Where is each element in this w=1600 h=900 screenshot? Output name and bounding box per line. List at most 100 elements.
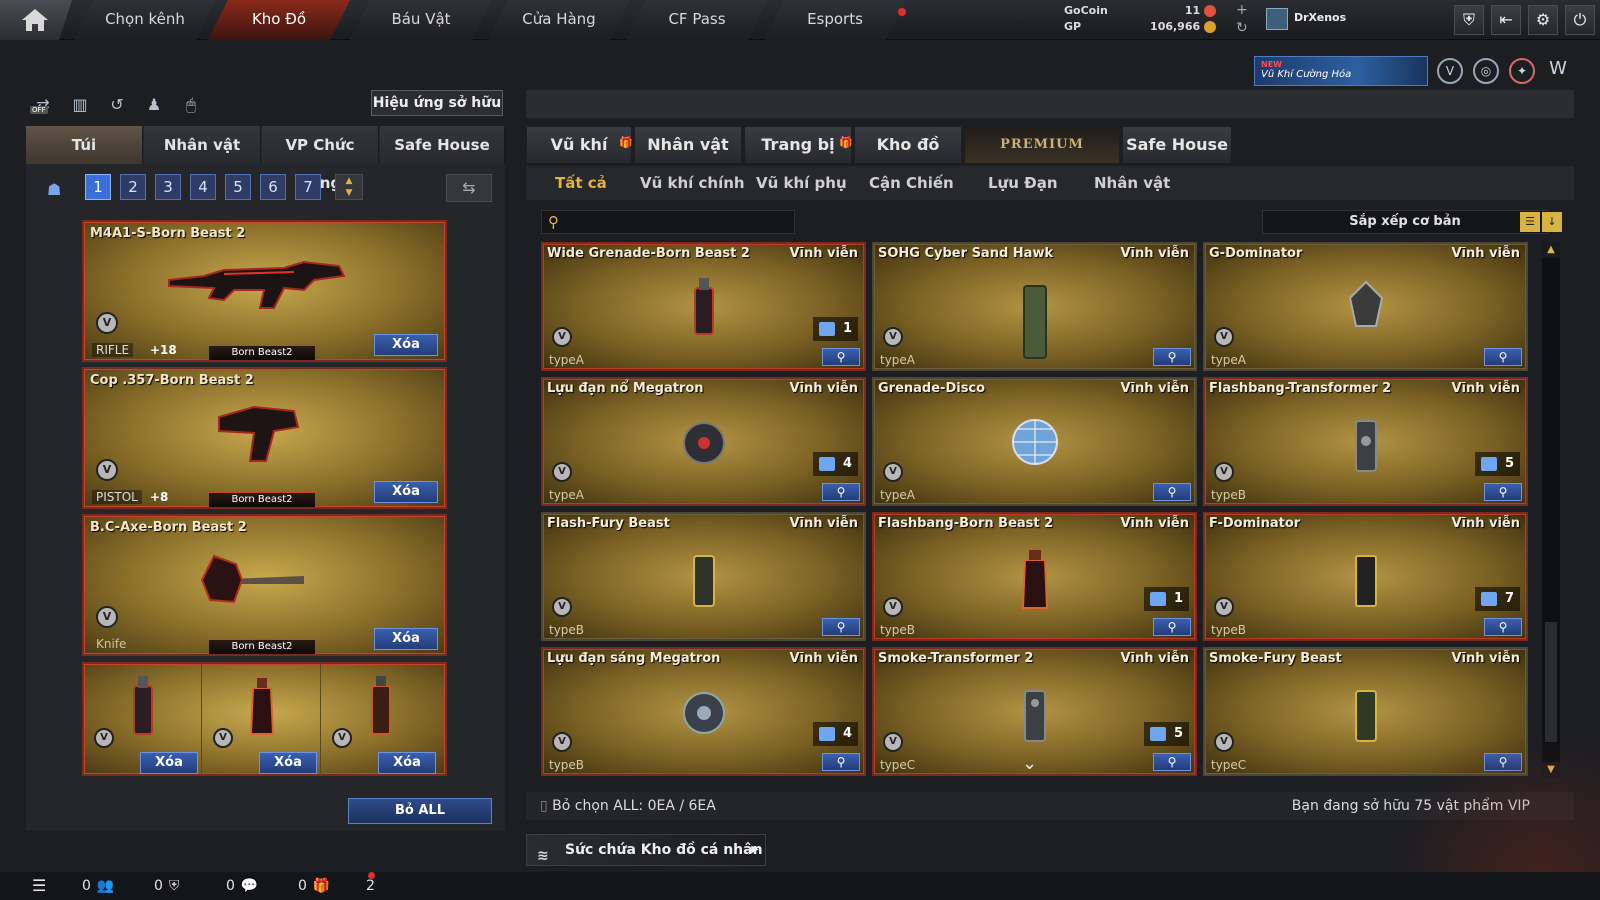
page-1[interactable]: 1 [85,174,111,200]
globe-icon[interactable]: ◎ [1473,58,1499,84]
inspect-button[interactable]: ⚲ [1153,348,1191,366]
avatar[interactable] [1266,8,1288,30]
character-icon[interactable]: ♟ [141,92,167,118]
grenade-slot[interactable]: V Xóa [322,664,440,776]
scroll-up-icon[interactable]: ▲ [1542,242,1560,258]
delete-button[interactable]: Xóa [140,752,198,774]
tab-bag[interactable]: Túi [26,126,143,164]
inspect-button[interactable]: ⚲ [1484,618,1522,636]
stat-friends[interactable]: 0 👥 [82,872,114,900]
item-card[interactable]: F-Dominator Vĩnh viễn V typeB 7 ⚲ [1203,512,1528,641]
shield-icon[interactable]: ⛨ [1454,5,1484,35]
subtab-grenade[interactable]: Lựu Đạn [988,166,1058,200]
owned-effect-button[interactable]: Hiệu ứng sở hữu [371,90,503,116]
weapon-upgrade-banner[interactable]: NEW Vũ Khí Cường Hóa [1254,56,1428,86]
item-grid-scrollbar[interactable]: ▲ ▼ [1542,242,1560,778]
clear-all-button[interactable]: Bỏ ALL [348,798,492,824]
deselect-all[interactable]: ▯ Bỏ chọn ALL: 0EA / 6EA [540,792,716,820]
grenade-slot[interactable]: V Xóa [84,664,202,776]
stat-messages[interactable]: 0 💬 [226,872,258,900]
subtab-all[interactable]: Tất cả [555,166,607,200]
tab-weapons[interactable]: Vũ khí 🎁 [526,126,633,164]
delete-button[interactable]: Xóa [374,628,438,650]
storage-capacity-button[interactable]: ≋ Sức chứa Kho đồ cá nhân ▶ [526,834,766,866]
history-icon[interactable]: ↺ [104,92,130,118]
w-logo-icon[interactable]: W [1545,58,1571,84]
item-card[interactable]: Lựu đạn sáng Megatron Vĩnh viễn V typeB … [541,647,866,776]
tab-vp-function[interactable]: VP Chức năng [262,126,379,192]
page-up-down-button[interactable]: ▲ ▼ [335,174,363,200]
tab-equipment[interactable]: Trang bị 🎁 [744,126,853,164]
subtab-character[interactable]: Nhân vật [1094,166,1170,200]
inspect-button[interactable]: ⚲ [822,483,860,501]
tab-character[interactable]: Nhân vật [634,126,742,164]
delete-button[interactable]: Xóa [374,481,438,503]
gear-icon[interactable]: ⚙ [1528,5,1558,35]
add-currency-icon[interactable]: + [1236,1,1248,19]
delete-button[interactable]: Xóa [374,334,438,356]
item-card[interactable]: Flash-Fury Beast Vĩnh viễn V typeB ⚲ [541,512,866,641]
delete-button[interactable]: Xóa [259,752,317,774]
inspect-button[interactable]: ⚲ [822,348,860,366]
nav-tab-esports[interactable]: Esports [764,0,906,40]
item-card[interactable]: Lựu đạn nổ Megatron Vĩnh viễn V typeA 4 … [541,377,866,506]
search-input[interactable]: ⚲ [541,210,795,234]
tab-safe-house[interactable]: Safe House [380,126,505,164]
inspect-button[interactable]: ⚲ [1153,483,1191,501]
refresh-icon[interactable]: ↻ [1236,19,1248,37]
sort-dropdown[interactable]: Sắp xếp cơ bản [1262,210,1548,234]
item-card[interactable]: SOHG Cyber Sand Hawk Vĩnh viễn V typeA ⚲ [872,242,1197,371]
item-card[interactable]: Smoke-Transformer 2 Vĩnh viễn V typeC 5 … [872,647,1197,776]
inspect-button[interactable]: ⚲ [1484,483,1522,501]
delete-button[interactable]: Xóa [378,752,436,774]
list-view-icon[interactable]: ☰ [1520,212,1540,232]
equipped-slot-knife[interactable]: B.C-Axe-Born Beast 2 V Knife Born Beast2… [82,514,447,656]
item-card[interactable]: G-Dominator Vĩnh viễn V typeA ⚲ [1203,242,1528,371]
vip-v-icon[interactable]: V [1437,58,1463,84]
grenade-slot[interactable]: V Xóa [203,664,321,776]
subtab-melee[interactable]: Cận Chiến [869,166,954,200]
tab-premium[interactable]: PREMIUM [964,126,1120,164]
exit-room-icon[interactable]: ⇤ [1491,5,1521,35]
tab-storage[interactable]: Kho đồ [854,126,962,164]
nav-tab-inventory[interactable]: Kho Đồ [208,0,350,40]
chevron-down-icon[interactable]: ⌄ [1022,753,1037,774]
page-2[interactable]: 2 [120,174,146,200]
transfer-icon[interactable]: ⇆ [446,174,492,202]
inspect-button[interactable]: ⚲ [1153,618,1191,636]
nav-tab-treasure[interactable]: Báu Vật [350,0,492,40]
equipped-slot-rifle[interactable]: M4A1-S-Born Beast 2 V RIFLE +18 Born Bea… [82,220,447,362]
stats-icon[interactable]: ▥ [67,92,93,118]
item-card[interactable]: Grenade-Disco Vĩnh viễn V typeA ⚲ [872,377,1197,506]
inspect-button[interactable]: ⚲ [822,618,860,636]
subtab-secondary[interactable]: Vũ khí phụ [756,166,847,200]
page-5[interactable]: 5 [225,174,251,200]
stat-clan[interactable]: 0 ⛨ [154,872,179,900]
inspect-button[interactable]: ⚲ [1484,348,1522,366]
page-3[interactable]: 3 [155,174,181,200]
stat-gifts[interactable]: 0 🎁 [298,872,330,900]
home-button[interactable] [0,0,72,40]
tab-character[interactable]: Nhân vật [144,126,261,164]
mouse-icon[interactable]: 🖱 [178,92,204,118]
nav-tab-shop[interactable]: Cửa Hàng [488,0,630,40]
tab-safe-house[interactable]: Safe House [1122,126,1232,164]
item-card[interactable]: Wide Grenade-Born Beast 2 Vĩnh viễn V ty… [541,242,866,371]
subtab-primary[interactable]: Vũ khí chính [640,166,745,200]
nav-tab-cf-pass[interactable]: CF Pass [626,0,768,40]
nav-tab-channel[interactable]: Chọn kênh [74,0,216,40]
item-card[interactable]: Flashbang-Transformer 2 Vĩnh viễn V type… [1203,377,1528,506]
power-icon[interactable]: ⏻ [1565,5,1595,35]
equipped-slot-pistol[interactable]: Cop .357-Born Beast 2 V PISTOL +8 Born B… [82,367,447,509]
sort-order-icon[interactable]: ↓ [1542,212,1562,232]
item-card[interactable]: Flashbang-Born Beast 2 Vĩnh viễn V typeB… [872,512,1197,641]
page-6[interactable]: 6 [260,174,286,200]
inspect-button[interactable]: ⚲ [822,753,860,771]
page-7[interactable]: 7 [295,174,321,200]
page-4[interactable]: 4 [190,174,216,200]
vip-badge-icon: V [1214,462,1234,482]
inspect-button[interactable]: ⚲ [1153,753,1191,771]
toggle-icon[interactable]: ⇄ [30,92,56,118]
event-icon[interactable]: ✦ [1509,58,1535,84]
menu-icon[interactable]: ☰ [32,872,46,900]
